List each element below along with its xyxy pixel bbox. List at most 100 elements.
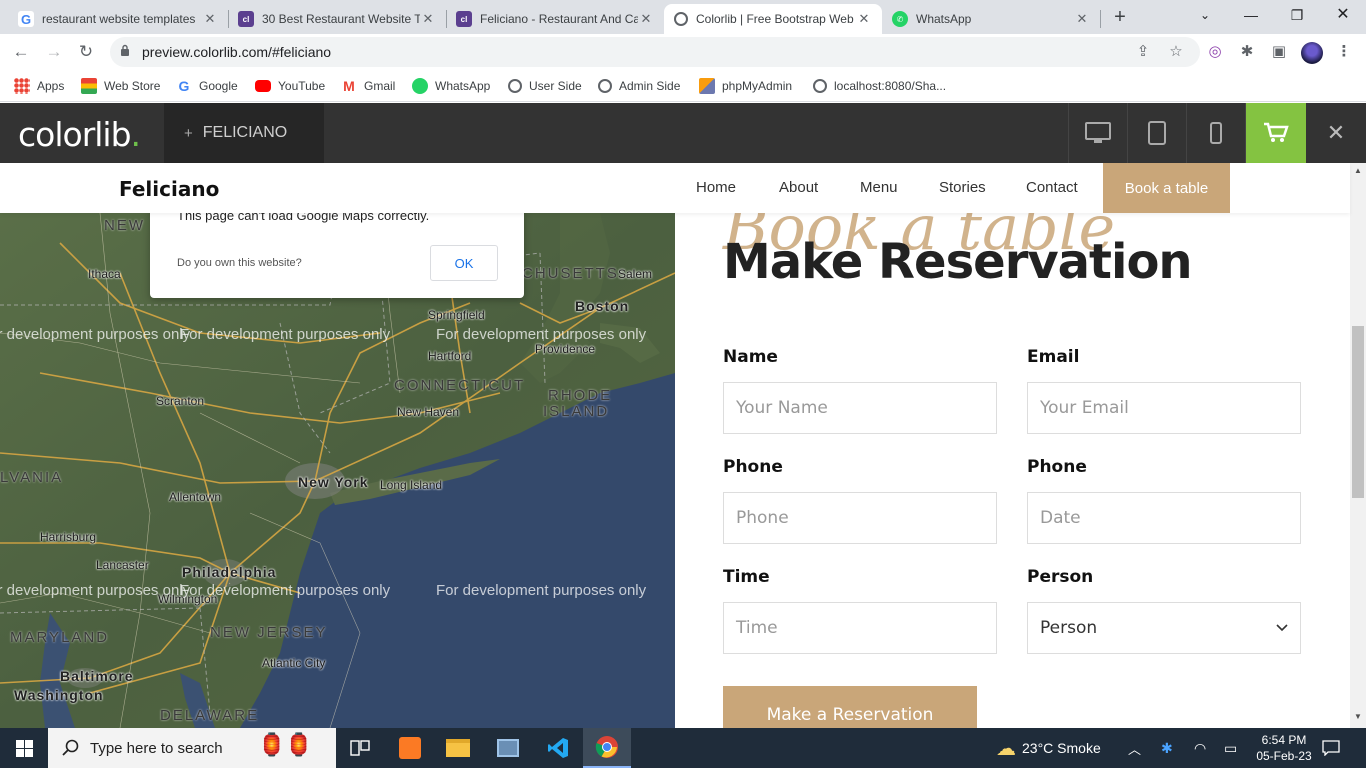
bookmark-label: Google bbox=[199, 79, 238, 93]
theme-selector[interactable]: + FELICIANO bbox=[164, 103, 324, 163]
tablet-view-button[interactable] bbox=[1127, 103, 1186, 163]
browser-tab[interactable]: cl Feliciano - Restaurant And Ca ✕ bbox=[446, 4, 664, 34]
bookmark-label: User Side bbox=[529, 79, 582, 93]
profile-avatar[interactable] bbox=[1301, 42, 1323, 64]
browser-tab-active[interactable]: Colorlib | Free Bootstrap Web ✕ bbox=[664, 4, 882, 34]
close-tab-icon[interactable]: ✕ bbox=[420, 11, 436, 27]
person-label: Person bbox=[1027, 567, 1094, 587]
browser-tabstrip: G restaurant website templates ✕ cl 30 B… bbox=[0, 0, 1366, 34]
tab-title: restaurant website templates bbox=[42, 12, 196, 26]
dialog-question[interactable]: Do you own this website? bbox=[177, 257, 302, 269]
forward-button[interactable]: → bbox=[42, 40, 66, 64]
window-close-button[interactable]: ✕ bbox=[1320, 0, 1366, 30]
time-input[interactable]: Time bbox=[723, 602, 997, 654]
admin-icon bbox=[598, 79, 612, 93]
bookmark-youtube[interactable]: YouTube bbox=[255, 77, 325, 95]
restore-button[interactable]: ❐ bbox=[1274, 0, 1320, 30]
puzzle-icon[interactable]: ✱ bbox=[1237, 42, 1257, 62]
reload-button[interactable]: ↻ bbox=[74, 40, 98, 64]
side-panel-icon[interactable]: ▣ bbox=[1269, 42, 1289, 62]
close-tab-icon[interactable]: ✕ bbox=[638, 11, 654, 27]
browser-tab[interactable]: cl 30 Best Restaurant Website T ✕ bbox=[228, 4, 446, 34]
person-select[interactable]: Person bbox=[1027, 602, 1301, 654]
tab-search-button[interactable]: ⌄ bbox=[1182, 0, 1228, 30]
task-view-button[interactable] bbox=[336, 728, 384, 768]
scrollbar-thumb[interactable] bbox=[1352, 326, 1364, 498]
bookmark-gmail[interactable]: M Gmail bbox=[341, 77, 395, 95]
windows-taskbar: Type here to search 🏮🏮 ☁ 23°C Smoke ︿ ✱ bbox=[0, 728, 1366, 768]
menu-kebab-icon[interactable]: ⋮ bbox=[1334, 42, 1354, 62]
desktop-view-button[interactable] bbox=[1068, 103, 1127, 163]
windows-start-button[interactable] bbox=[0, 728, 48, 768]
weather-widget[interactable]: ☁ 23°C Smoke bbox=[996, 728, 1101, 768]
bookmark-star-icon[interactable]: ☆ bbox=[1167, 43, 1185, 61]
back-button[interactable]: ← bbox=[9, 40, 33, 64]
extension-icon[interactable]: ◎ bbox=[1205, 42, 1225, 62]
bookmarks-bar: Apps Web Store G Google YouTube M Gmail … bbox=[0, 70, 1366, 102]
wifi-icon[interactable]: ◠ bbox=[1194, 728, 1206, 768]
map-label: New Haven bbox=[397, 405, 460, 419]
dialog-ok-button[interactable]: OK bbox=[430, 245, 498, 281]
file-explorer-app[interactable] bbox=[434, 728, 482, 768]
browser-tab[interactable]: ✆ WhatsApp ✕ bbox=[882, 4, 1100, 34]
scroll-up-icon[interactable]: ▲ bbox=[1350, 163, 1366, 179]
share-icon[interactable]: ⇪ bbox=[1134, 43, 1152, 61]
gmail-icon: M bbox=[343, 78, 355, 94]
map-label: New York bbox=[298, 474, 369, 490]
address-bar[interactable]: preview.colorlib.com/#feliciano ⇪ ☆ bbox=[110, 37, 1200, 67]
phpmyadmin-icon bbox=[699, 78, 715, 94]
bookmark-web-store[interactable]: Web Store bbox=[81, 77, 160, 95]
mobile-view-button[interactable] bbox=[1186, 103, 1246, 163]
bookmark-label: Gmail bbox=[364, 79, 396, 93]
book-table-button[interactable]: Book a table bbox=[1103, 163, 1230, 213]
close-preview-icon[interactable]: ✕ bbox=[1306, 103, 1366, 163]
clock[interactable]: 6:54 PM 05-Feb-23 bbox=[1254, 728, 1314, 768]
date-input[interactable]: Date bbox=[1027, 492, 1301, 544]
photos-app[interactable] bbox=[484, 728, 532, 768]
bookmark-admin-side[interactable]: Admin Side bbox=[598, 77, 680, 95]
new-tab-button[interactable]: + bbox=[1108, 5, 1132, 29]
nav-stories[interactable]: Stories bbox=[939, 179, 986, 196]
google-map[interactable]: NEW Ithaca CHUSETTS Salem Boston Springf… bbox=[0, 213, 675, 728]
bookmark-user-side[interactable]: User Side bbox=[508, 77, 582, 95]
close-tab-icon[interactable]: ✕ bbox=[856, 11, 872, 27]
map-label: CONNECTICUT bbox=[394, 377, 526, 394]
page-scrollbar[interactable]: ▲ ▼ bbox=[1350, 163, 1366, 728]
bookmark-google[interactable]: G Google bbox=[176, 77, 238, 95]
search-icon bbox=[62, 739, 79, 756]
bookmark-localhost[interactable]: localhost:8080/Sha... bbox=[813, 77, 946, 95]
phone-input[interactable]: Phone bbox=[723, 492, 997, 544]
colorlib-logo[interactable]: colorlib. bbox=[18, 115, 141, 154]
nav-about[interactable]: About bbox=[779, 179, 818, 196]
site-brand[interactable]: Feliciano bbox=[119, 177, 219, 201]
email-input[interactable]: Your Email bbox=[1027, 382, 1301, 434]
bluetooth-icon[interactable]: ✱ bbox=[1161, 728, 1173, 768]
close-tab-icon[interactable]: ✕ bbox=[202, 11, 218, 27]
close-tab-icon[interactable]: ✕ bbox=[1074, 11, 1090, 27]
vscode-app[interactable] bbox=[534, 728, 582, 768]
bookmark-phpmyadmin[interactable]: phpMyAdmin bbox=[699, 77, 792, 95]
notification-icon[interactable] bbox=[1322, 728, 1340, 768]
bookmark-whatsapp[interactable]: WhatsApp bbox=[412, 77, 490, 95]
battery-icon[interactable]: ▭ bbox=[1224, 728, 1237, 768]
theme-name: FELICIANO bbox=[202, 124, 288, 141]
nav-contact[interactable]: Contact bbox=[1026, 179, 1078, 196]
tray-overflow-icon[interactable]: ︿ bbox=[1128, 728, 1141, 768]
taskbar-search[interactable]: Type here to search 🏮🏮 bbox=[48, 728, 336, 768]
lock-icon[interactable] bbox=[120, 44, 130, 56]
map-label: Long Island bbox=[380, 478, 443, 492]
map-label: NEW bbox=[104, 217, 145, 234]
chrome-app[interactable] bbox=[583, 728, 631, 768]
scroll-down-icon[interactable]: ▼ bbox=[1350, 709, 1366, 725]
minimize-button[interactable]: — bbox=[1228, 0, 1274, 30]
name-input[interactable]: Your Name bbox=[723, 382, 997, 434]
nav-menu[interactable]: Menu bbox=[860, 179, 898, 196]
make-reservation-button[interactable]: Make a Reservation bbox=[723, 686, 977, 728]
logo-text: colorlib bbox=[18, 115, 132, 154]
windows-logo-icon bbox=[15, 739, 33, 757]
browser-tab[interactable]: G restaurant website templates ✕ bbox=[8, 4, 228, 34]
buy-cart-button[interactable] bbox=[1246, 103, 1306, 163]
bookmark-apps[interactable]: Apps bbox=[14, 77, 64, 95]
xampp-app[interactable] bbox=[386, 728, 434, 768]
nav-home[interactable]: Home bbox=[696, 179, 736, 196]
